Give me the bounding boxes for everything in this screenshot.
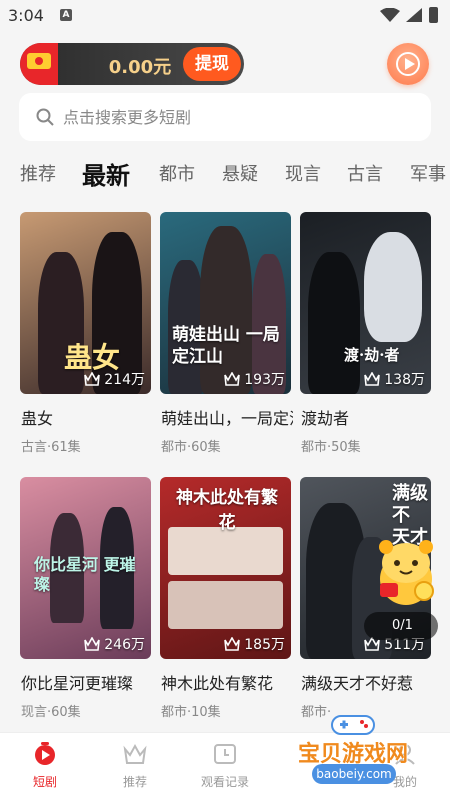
category-tabs: 推荐 最新 都市 悬疑 现言 古言 军事 [0,150,450,194]
crown-icon [123,743,147,764]
drama-poster[interactable]: 你比星河 更璀璨 246万 [20,477,151,659]
crown-icon [84,372,101,386]
drama-meta: 古言·61集 [21,440,81,455]
crown-icon [84,637,101,651]
view-count: 193万 [224,370,285,388]
drama-meta: 都市·60集 [161,440,221,455]
search-icon [36,108,54,126]
gamepad-icon [331,715,375,735]
drama-card[interactable]: 你比星河 更璀璨 246万 你比星河更璀璨 现言·60集 [20,477,151,727]
drama-poster[interactable]: 渡·劫·者 138万 [300,212,431,394]
drama-title[interactable]: 神木此处有繁花 [161,670,293,694]
play-circle-icon [35,742,55,765]
mascot-icon[interactable] [372,533,440,611]
drama-card[interactable]: 神木此处有繁花 185万 神木此处有繁花 都市·10集 [160,477,291,727]
play-video-button[interactable] [387,43,429,85]
status-bar: 3:04 A [0,0,450,30]
poster-title: 神木此处有繁花 [176,488,278,533]
drama-card[interactable]: 萌娃出山 一局定江山 193万 萌娃出山，一局定江山 都市·60集 [160,212,293,462]
drama-title[interactable]: 渡劫者 [301,405,433,429]
view-count: 138万 [364,370,425,388]
search-input[interactable] [63,93,423,141]
signal-icon [406,8,422,22]
poster-title: 你比星河 更璀璨 [34,555,136,594]
drama-title[interactable]: 你比星河更璀璨 [21,670,153,694]
nav-item-shorts[interactable]: 短剧 [0,741,90,790]
drama-title[interactable]: 蛊女 [21,405,153,429]
poster-title: 渡·劫·者 [344,346,400,364]
view-count: 214万 [84,370,145,388]
drama-title[interactable]: 满级天才不好惹 [301,670,433,694]
poster-title: 萌娃出山 一局定江山 [172,325,280,367]
drama-card[interactable]: 蛊女 214万 蛊女 古言·61集 [20,212,151,462]
tab-latest[interactable]: 最新 [82,156,130,191]
watermark-url: baobeiy.com [312,764,396,784]
tab-urban[interactable]: 都市 [159,160,195,186]
crown-icon [224,637,241,651]
drama-meta: 都市·50集 [301,440,361,455]
withdraw-button[interactable]: 提现 [183,47,241,81]
drama-poster[interactable]: 神木此处有繁花 185万 [160,477,291,659]
tab-ancient-romance[interactable]: 古言 [347,160,383,186]
page-indicator: 0/1 [364,612,438,640]
status-time: 3:04 [8,6,44,25]
drama-poster[interactable]: 蛊女 214万 [20,212,151,394]
tab-suspense[interactable]: 悬疑 [222,160,258,186]
drama-card[interactable]: 渡·劫·者 138万 渡劫者 都市·50集 [300,212,431,462]
drama-title[interactable]: 萌娃出山，一局定江山 [161,405,293,429]
drama-poster[interactable]: 萌娃出山 一局定江山 193万 [160,212,291,394]
crown-icon [224,372,241,386]
tab-military[interactable]: 军事 [410,160,446,186]
view-count: 185万 [224,635,285,653]
wallet-banner[interactable]: 0.00元 提现 [20,43,244,85]
drama-meta: 现言·60集 [21,705,81,720]
view-count: 246万 [84,635,145,653]
tab-recommend[interactable]: 推荐 [20,160,56,186]
watermark: 宝贝游戏网 baobeiy.com [278,712,428,798]
crown-icon [364,372,381,386]
nav-item-history[interactable]: 观看记录 [180,741,270,790]
wifi-icon [380,8,400,22]
tab-modern-romance[interactable]: 现言 [285,160,321,186]
battery-icon [429,7,438,23]
drama-meta: 都市·10集 [161,705,221,720]
notification-icon: A [60,9,72,21]
search-bar[interactable] [19,93,431,141]
history-icon [214,744,236,764]
nav-item-recommend[interactable]: 推荐 [90,741,180,790]
